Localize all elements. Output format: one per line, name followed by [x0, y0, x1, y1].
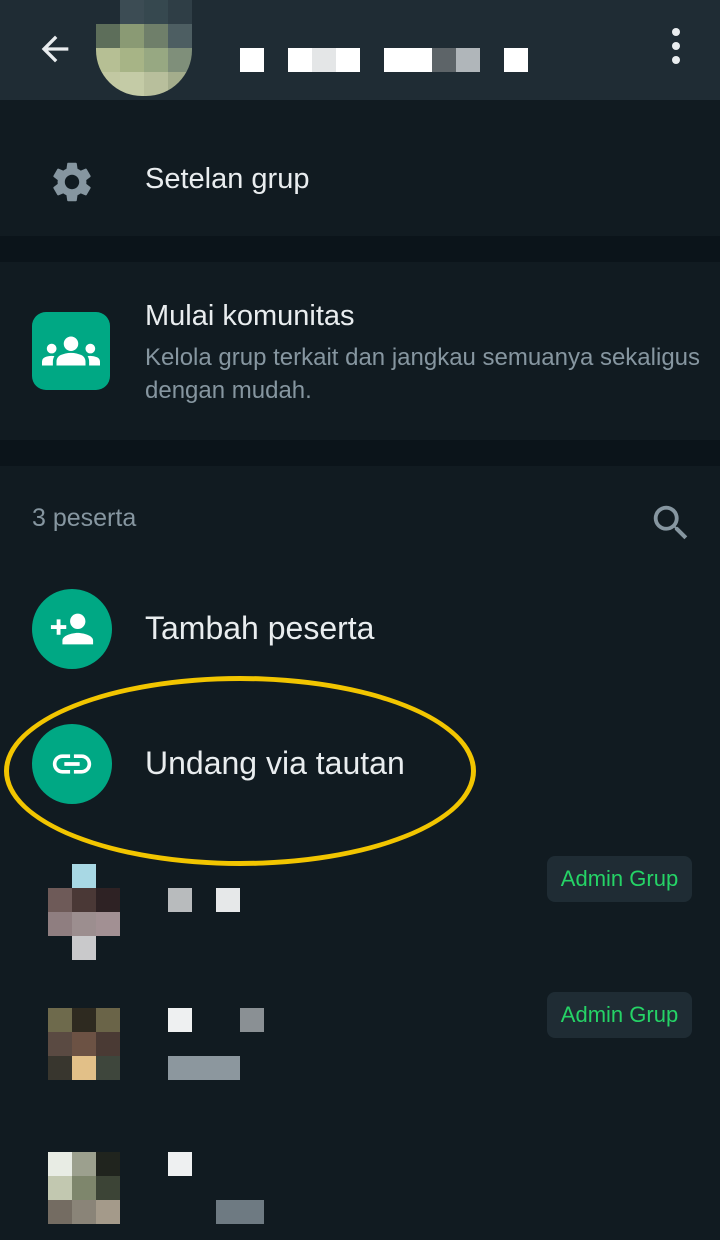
invite-via-link-label[interactable]: Undang via tautan [145, 745, 405, 782]
group-avatar[interactable] [96, 0, 192, 96]
admin-badge: Admin Grup [547, 992, 692, 1038]
invite-via-link-button[interactable] [32, 724, 112, 804]
member-name-redacted [168, 1152, 192, 1176]
avatar[interactable] [48, 1008, 120, 1104]
member-row[interactable]: Admin Grup [0, 988, 720, 1116]
avatar[interactable] [48, 1152, 120, 1240]
app-bar [0, 0, 720, 100]
member-status-redacted [168, 1056, 240, 1080]
member-row[interactable]: Admin Grup [0, 852, 720, 980]
group-settings-row[interactable] [0, 100, 720, 236]
more-vert-icon [672, 28, 680, 36]
back-button[interactable] [30, 24, 80, 74]
community-icon [42, 336, 100, 366]
more-options-button[interactable] [656, 22, 696, 70]
avatar[interactable] [48, 864, 120, 960]
community-icon-tile [32, 312, 110, 390]
add-person-icon [50, 613, 94, 645]
member-name-redacted [168, 1008, 192, 1032]
admin-badge: Admin Grup [547, 856, 692, 902]
section-divider [0, 236, 720, 262]
member-name-redacted [168, 888, 192, 912]
gear-icon [53, 162, 91, 202]
search-icon[interactable] [648, 500, 694, 546]
arrow-left-icon [41, 35, 69, 63]
add-participant-label[interactable]: Tambah peserta [145, 610, 374, 647]
member-status-redacted [216, 1200, 264, 1224]
participants-count: 3 peserta [32, 504, 137, 532]
group-settings-label: Setelan grup [145, 163, 310, 195]
add-participant-button[interactable] [32, 589, 112, 669]
start-community-title: Mulai komunitas [145, 300, 355, 332]
member-row[interactable] [0, 1124, 720, 1240]
start-community-description: Kelola grup terkait dan jangkau semuanya… [145, 344, 701, 404]
section-divider [0, 440, 720, 466]
link-icon [52, 754, 92, 774]
